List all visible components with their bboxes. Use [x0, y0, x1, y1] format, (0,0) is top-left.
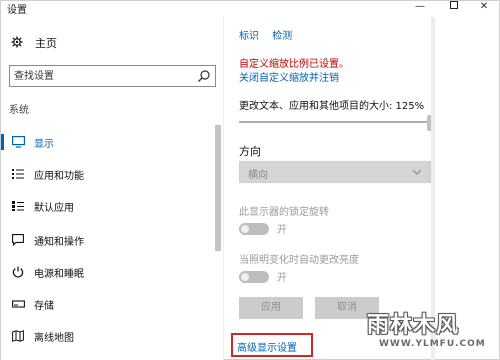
orientation-label: 方向 [239, 145, 261, 158]
monitor-icon [11, 135, 25, 149]
detect-link[interactable]: 检测 [272, 31, 292, 42]
maximize-icon [450, 1, 458, 9]
sidebar-item-apps[interactable]: 应用和功能 [1, 163, 215, 185]
watermark-url: WWW.YLMFU.COM [379, 339, 486, 349]
orientation-select[interactable]: 横向 [239, 161, 431, 183]
sidebar-item-storage[interactable]: 存储 [1, 293, 215, 315]
maximize-button[interactable] [439, 1, 469, 15]
settings-window: 设置 — ✕ 主页 系统 显示 应 [0, 0, 500, 360]
slider-track [239, 121, 433, 123]
section-label: 系统 [9, 105, 29, 116]
custom-scaling-warning: 自定义缩放比例已设置。 [239, 59, 349, 70]
sidebar-item-offline-maps[interactable]: 离线地图 [1, 325, 215, 347]
advanced-display-settings-link[interactable]: 高级显示设置 [237, 339, 297, 354]
chevron-down-icon [412, 167, 422, 177]
window-title: 设置 [7, 5, 27, 16]
message-icon [11, 233, 25, 247]
sidebar-item-display[interactable]: 显示 [1, 131, 215, 153]
identify-link[interactable]: 标识 [239, 31, 259, 42]
watermark-logo-text: 雨林木风 [367, 313, 460, 338]
search-input[interactable] [10, 66, 180, 86]
advanced-display-settings-highlight: 高级显示设置 [231, 333, 313, 357]
auto-brightness-toggle[interactable] [239, 271, 269, 283]
title-bar: 设置 — ✕ [1, 1, 500, 17]
minimize-button[interactable]: — [405, 1, 435, 15]
list-check-icon [11, 199, 25, 213]
pane-divider [223, 17, 224, 360]
sidebar-item-label: 电源和睡眠 [34, 268, 84, 280]
sidebar-item-label: 存储 [34, 300, 54, 312]
sidebar: 主页 系统 显示 应用和功能 默认应用 [1, 17, 223, 360]
auto-brightness-label: 当照明变化时自动更改亮度 [239, 255, 359, 266]
sidebar-item-label: 离线地图 [34, 332, 74, 344]
sidebar-item-label: 显示 [34, 138, 54, 150]
map-icon [11, 329, 25, 343]
home-label: 主页 [35, 37, 57, 50]
close-button[interactable]: ✕ [469, 1, 499, 15]
scale-label: 更改文本、应用和其他项目的大小: 125% [239, 101, 425, 112]
sidebar-item-label: 默认应用 [34, 202, 74, 214]
sidebar-scrollbar[interactable] [215, 125, 221, 251]
rotation-lock-state: 开 [277, 225, 287, 236]
sidebar-item-notifications[interactable]: 通知和操作 [1, 229, 215, 251]
toggle-knob [241, 225, 249, 233]
gear-icon [11, 36, 27, 51]
sidebar-item-label: 通知和操作 [34, 236, 84, 248]
disable-custom-scaling-link[interactable]: 关闭自定义缩放并注销 [239, 69, 339, 84]
toggle-knob [241, 273, 249, 281]
rotation-lock-toggle[interactable] [239, 223, 269, 235]
watermark: 雨林木风 WWW.YLMFU.COM [357, 299, 497, 357]
sidebar-item-label: 应用和功能 [34, 170, 84, 182]
sidebar-item-default-apps[interactable]: 默认应用 [1, 195, 215, 217]
drive-icon [11, 297, 25, 311]
search-box[interactable] [9, 65, 216, 87]
list-icon [11, 167, 25, 181]
apply-button[interactable]: 应用 [239, 297, 303, 319]
home-link[interactable]: 主页 [11, 35, 57, 51]
rotation-lock-label: 此显示器的锁定旋转 [239, 207, 329, 218]
auto-brightness-state: 开 [277, 273, 287, 284]
orientation-value: 横向 [248, 170, 268, 181]
search-icon[interactable] [197, 69, 211, 83]
power-icon [11, 265, 25, 279]
scale-slider[interactable] [239, 115, 433, 131]
top-links: 标识 检测 [239, 27, 302, 42]
sidebar-item-power[interactable]: 电源和睡眠 [1, 261, 215, 283]
